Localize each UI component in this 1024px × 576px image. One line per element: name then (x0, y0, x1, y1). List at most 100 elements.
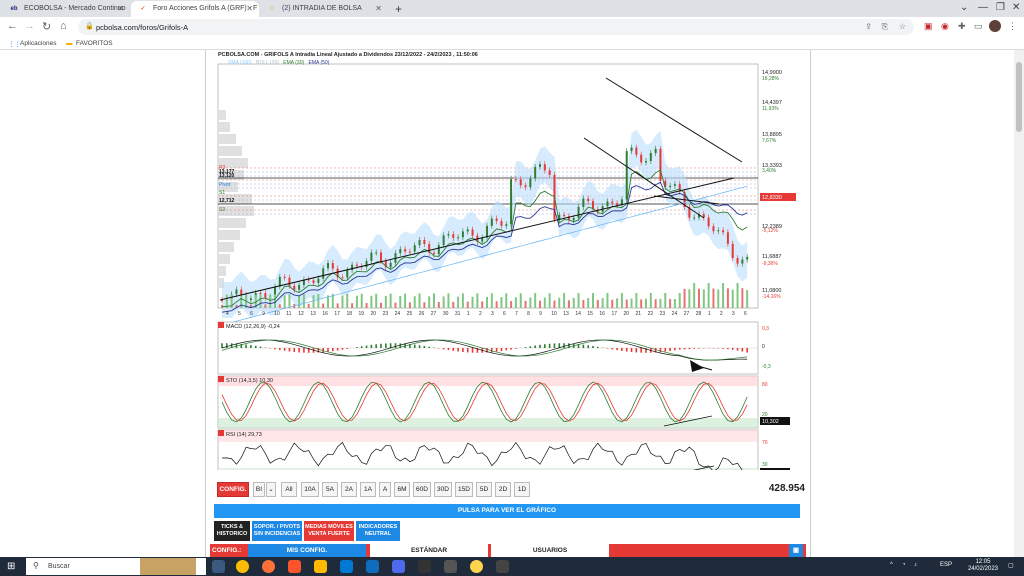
range-5d-button[interactable]: 5D (476, 482, 492, 497)
address-bar[interactable]: 🔒 pcbolsa.com/foros/Grifols-A ⇪ ⎘ ☆ (78, 19, 914, 35)
range-1a-button[interactable]: 1A (360, 482, 376, 497)
range-30d-button[interactable]: 30D (434, 482, 452, 497)
app-icon[interactable] (392, 560, 405, 573)
indicadores-button[interactable]: INDICADORES NEUTRAL (356, 521, 400, 541)
reload-icon[interactable]: ↻ (42, 20, 51, 33)
candle-body (726, 232, 729, 244)
range-10a-button[interactable]: 10A (301, 482, 319, 497)
taskbar-search[interactable]: ⚲ Buscar (26, 558, 206, 575)
macd-histogram-bar (669, 348, 671, 352)
candle-body (380, 252, 382, 262)
range-60d-button[interactable]: 60D (413, 482, 431, 497)
brave-icon[interactable] (288, 560, 301, 573)
adblock-icon[interactable]: ◉ (941, 21, 949, 32)
outlook-icon[interactable] (366, 560, 379, 573)
close-icon[interactable]: ✕ (375, 4, 382, 13)
clock[interactable]: 12:05 24/02/2023 (968, 559, 998, 573)
close-icon[interactable]: ✕ (117, 4, 124, 13)
candle-body (625, 151, 628, 200)
app-icon[interactable] (496, 560, 509, 573)
new-tab-button[interactable]: + (395, 2, 402, 16)
share-icon[interactable]: ⇪ (865, 22, 872, 31)
chevron-down-icon[interactable]: ⌄ (266, 482, 276, 497)
close-icon[interactable]: ✕ (246, 4, 253, 13)
tab-grifols-forum[interactable]: ✓ Foro Acciones Grifols A (GRF) - F ✕ (131, 1, 259, 17)
volume-bar (534, 293, 537, 308)
view-chart-button[interactable]: PULSA PARA VER EL GRÁFICO (214, 504, 800, 518)
install-icon[interactable]: ⎘ (882, 22, 888, 32)
volume-bar (274, 294, 276, 308)
search-placeholder: Buscar (48, 563, 70, 570)
candle-body (616, 203, 619, 206)
volume-icon[interactable]: ♪ (914, 562, 917, 568)
macd-histogram-bar (674, 348, 676, 351)
bookmark-apps[interactable]: Aplicaciones (20, 40, 57, 47)
macd-histogram-bar (630, 348, 633, 353)
minimize-icon[interactable]: — (978, 2, 988, 13)
home-icon[interactable]: ⌂ (60, 20, 67, 32)
candle-body (307, 279, 310, 281)
sidebar-icon[interactable]: ▭ (974, 21, 983, 32)
tab-strip: eb ECOBOLSA - Mercado Continuo ✕ ✓ Foro … (0, 0, 1024, 17)
app-icon[interactable] (444, 560, 457, 573)
macd-histogram-bar (327, 348, 329, 352)
macd-histogram-bar (298, 348, 300, 353)
date-tick-label: 6 (744, 311, 747, 317)
volume-bar (283, 295, 286, 308)
soportes-pivots-button[interactable]: SOPOR. / PIVOTS SIN INCIDENCIAS (252, 521, 302, 541)
ticks-historico-button[interactable]: TICKS & HISTORICO (214, 521, 250, 541)
medias-moviles-button[interactable]: MEDIAS MÓVILES VENTA FUERTE (304, 521, 354, 541)
scrollbar-thumb[interactable] (1016, 62, 1022, 132)
task-view-icon[interactable] (212, 560, 225, 573)
chevron-down-icon[interactable]: ⌄ (960, 2, 968, 13)
tab-intradia[interactable]: ☺ (2) INTRADIA DE BOLSA ✕ (260, 1, 388, 17)
range-15d-button[interactable]: 15D (455, 482, 473, 497)
chart-type-select[interactable]: BI (253, 482, 265, 497)
back-icon[interactable]: ← (7, 20, 18, 32)
range-1d-button[interactable]: 1D (514, 482, 530, 497)
forward-icon[interactable]: → (24, 20, 35, 32)
windows-start-icon[interactable]: ⊞ (7, 561, 15, 572)
save-icon[interactable]: ▣ (789, 544, 803, 557)
tray-chevron-icon[interactable]: ^ (890, 562, 893, 568)
menu-line: TICKS & (221, 524, 243, 530)
mis-config-button[interactable]: MIS CONFIG. (248, 544, 366, 557)
range-a-button[interactable]: A (379, 482, 391, 497)
volume-bar (673, 299, 676, 308)
puzzle-icon[interactable]: ✚ (958, 21, 966, 32)
network-icon[interactable]: ◔ (902, 562, 906, 568)
candle-body (500, 221, 503, 226)
volume-bar (394, 302, 397, 308)
stock-chart[interactable]: 14,990014,439713,889513,339312,833012,23… (214, 50, 804, 470)
edge-icon[interactable] (340, 560, 353, 573)
chrome-icon[interactable] (236, 560, 249, 573)
notification-icon[interactable]: ▢ (1008, 562, 1014, 569)
range-2a-button[interactable]: 2A (341, 482, 357, 497)
app-icon[interactable] (418, 560, 431, 573)
star-icon[interactable]: ☆ (899, 22, 906, 31)
page-scrollbar[interactable] (1014, 50, 1024, 557)
date-tick-label: 10 (551, 311, 557, 317)
restore-icon[interactable]: ❐ (996, 2, 1005, 13)
volume-bar (572, 297, 575, 308)
level-label: R3 (219, 165, 226, 171)
menu-dots-icon[interactable]: ⋮ (1008, 21, 1017, 32)
bookmark-favoritos[interactable]: FAVORITOS (76, 40, 113, 47)
explorer-icon[interactable] (314, 560, 327, 573)
tab-ecobolsa[interactable]: eb ECOBOLSA - Mercado Continuo ✕ (2, 1, 130, 17)
range-5a-button[interactable]: 5A (322, 482, 338, 497)
range-6m-button[interactable]: 6M (394, 482, 410, 497)
range-all-button[interactable]: All (281, 482, 297, 497)
menu-line: NEUTRAL (364, 531, 392, 537)
app-icon[interactable] (470, 560, 483, 573)
close-window-icon[interactable]: ✕ (1012, 2, 1020, 13)
config-button[interactable]: CONFIG. (217, 482, 249, 497)
extension-icon[interactable]: ▣ (924, 21, 933, 32)
usuarios-button[interactable]: USUARIOS (491, 544, 609, 557)
firefox-icon[interactable] (262, 560, 275, 573)
estandar-button[interactable]: ESTÁNDAR (370, 544, 488, 557)
candle-body (418, 239, 421, 246)
language-indicator[interactable]: ESP (940, 562, 952, 568)
range-2d-button[interactable]: 2D (495, 482, 511, 497)
avatar[interactable] (989, 20, 1001, 32)
